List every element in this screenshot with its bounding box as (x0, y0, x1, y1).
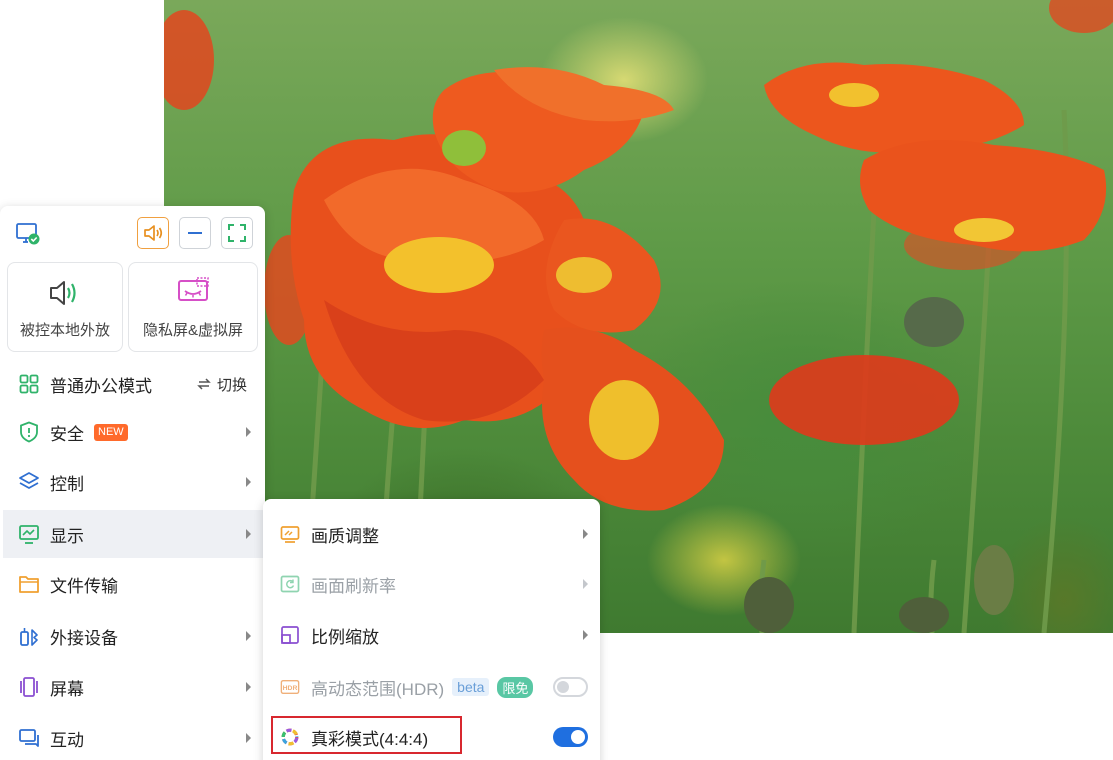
fullscreen-button[interactable] (221, 217, 253, 249)
minimize-icon (188, 232, 202, 234)
hdr-icon: HDR (280, 677, 300, 697)
true-color-toggle[interactable] (553, 727, 588, 747)
scale-icon (280, 625, 300, 645)
picture-quality-label: 画质调整 (311, 526, 379, 546)
switch-mode-button[interactable]: 切换 (196, 374, 247, 395)
highlight-box (271, 716, 462, 754)
chevron-right-icon (583, 579, 588, 589)
monitor-check-icon (16, 223, 40, 245)
submenu-item-hdr[interactable]: HDR 高动态范围(HDR) beta 限免 (263, 663, 600, 711)
privacy-screen-label: 隐私屏&虚拟屏 (142, 322, 243, 339)
submenu-item-picture-quality[interactable]: 画质调整 (263, 510, 600, 558)
screen-label: 屏幕 (50, 679, 84, 699)
local-speaker-tile[interactable]: 被控本地外放 (7, 262, 123, 352)
minimize-button[interactable] (179, 217, 211, 249)
switch-label: 切换 (216, 376, 247, 394)
menu-item-screen[interactable]: 屏幕 (3, 663, 263, 711)
office-mode-row: 普通办公模式 切换 (3, 360, 263, 408)
chat-icon (18, 727, 40, 749)
chevron-right-icon (246, 682, 251, 692)
remote-control-panel: 被控本地外放 隐私屏&虚拟屏 普通办公模式 切换 安全 NEW 控制 显示 文件… (0, 206, 265, 760)
chevron-right-icon (246, 477, 251, 487)
privacy-screen-tile[interactable]: 隐私屏&虚拟屏 (128, 262, 258, 352)
chevron-right-icon (246, 631, 251, 641)
scale-label: 比例缩放 (311, 627, 379, 647)
local-speaker-label: 被控本地外放 (19, 322, 110, 339)
submenu-item-refresh-rate[interactable]: 画面刷新率 (263, 560, 600, 608)
privacy-screen-icon (178, 277, 209, 301)
refresh-rate-label: 画面刷新率 (311, 576, 396, 596)
chevron-right-icon (246, 529, 251, 539)
chevron-right-icon (246, 427, 251, 437)
display-submenu: 画质调整 画面刷新率 比例缩放 HDR 高动态范围(HDR) beta 限免 真… (263, 499, 600, 760)
new-badge: NEW (94, 423, 128, 441)
display-label: 显示 (50, 526, 84, 546)
hdr-label: 高动态范围(HDR) (311, 679, 445, 699)
monitor-check-button[interactable] (12, 217, 44, 249)
menu-item-security[interactable]: 安全 NEW (3, 408, 263, 456)
security-label: 安全 (50, 424, 84, 444)
menu-item-external-devices[interactable]: 外接设备 (3, 612, 263, 660)
menu-item-file-transfer[interactable]: 文件传输 (3, 560, 263, 608)
speaker-button[interactable] (137, 217, 169, 249)
office-mode-label: 普通办公模式 (50, 376, 152, 396)
shield-icon (18, 421, 40, 443)
beta-tag: beta (452, 678, 490, 696)
file-transfer-label: 文件传输 (50, 576, 118, 596)
menu-item-interaction[interactable]: 互动 (3, 714, 263, 760)
menu-item-control[interactable]: 控制 (3, 458, 263, 506)
devices-icon (18, 625, 40, 647)
menu-item-display[interactable]: 显示 (3, 510, 263, 558)
speaker-icon (144, 225, 163, 241)
folder-icon (18, 573, 40, 595)
switch-icon (197, 378, 211, 390)
fullscreen-icon (228, 224, 246, 242)
external-devices-label: 外接设备 (50, 628, 118, 648)
monitor-chart-icon (18, 523, 40, 545)
free-tag: 限免 (497, 676, 534, 698)
control-label: 控制 (50, 474, 84, 494)
svg-text:HDR: HDR (283, 685, 298, 692)
chevron-right-icon (246, 733, 251, 743)
picture-quality-icon (280, 524, 300, 544)
screen-icon (18, 676, 40, 698)
grid-icon (18, 373, 40, 395)
speaker-icon (50, 281, 76, 305)
hdr-toggle[interactable] (553, 677, 588, 697)
interaction-label: 互动 (50, 730, 84, 750)
layers-icon (18, 471, 40, 493)
submenu-item-scale[interactable]: 比例缩放 (263, 611, 600, 659)
chevron-right-icon (583, 630, 588, 640)
refresh-rate-icon (280, 574, 300, 594)
chevron-right-icon (583, 529, 588, 539)
